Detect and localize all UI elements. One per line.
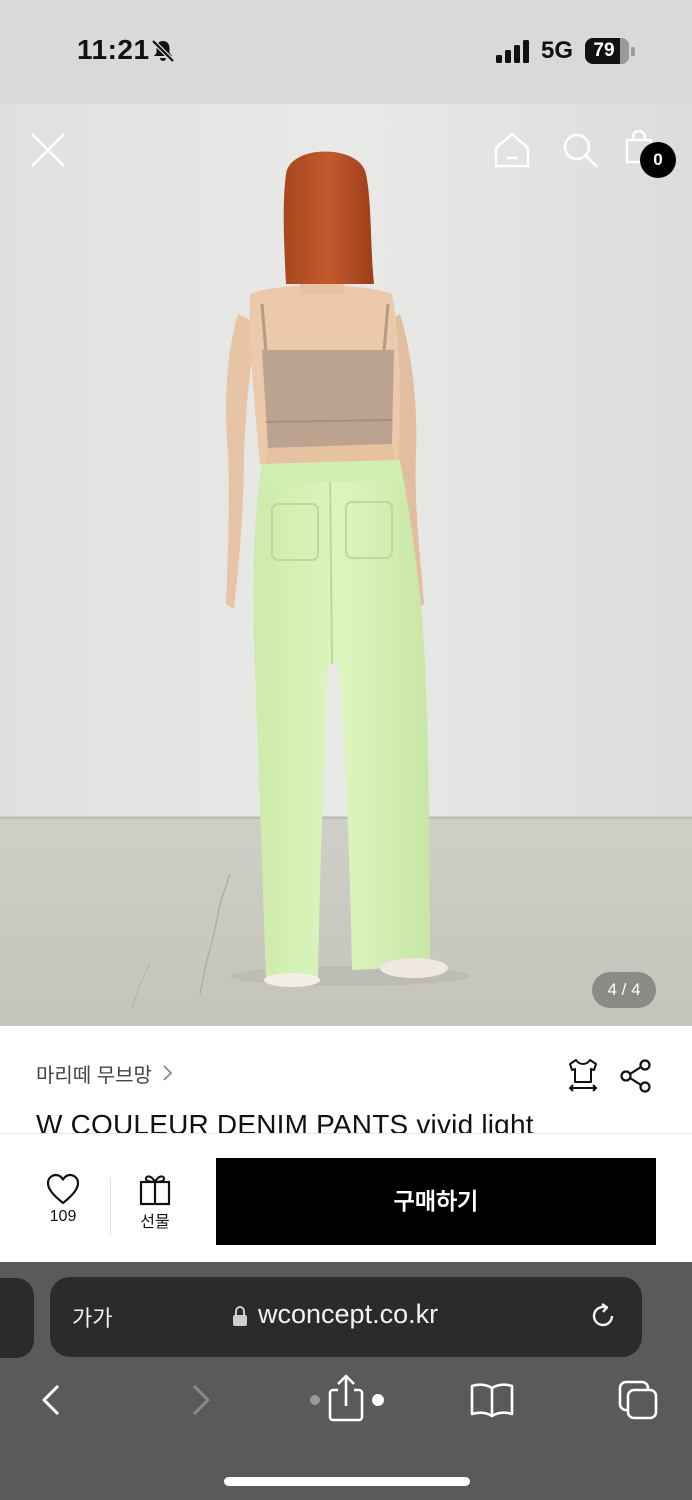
like-count: 109: [49, 1208, 77, 1225]
purchase-bar: 109 선물 구매하기: [0, 1134, 692, 1262]
gift-label: 선물: [140, 1214, 170, 1231]
network-type: 5G: [541, 37, 574, 64]
gift-icon: [139, 1175, 171, 1206]
gift-button[interactable]: 선물: [122, 1172, 188, 1242]
search-icon[interactable]: [560, 130, 600, 170]
cart-count-badge: 0: [640, 142, 676, 178]
browser-toolbar: 가가 wconcept.co.kr: [0, 1262, 692, 1500]
home-icon[interactable]: [492, 130, 532, 170]
product-photo: [0, 104, 692, 1026]
like-button[interactable]: 109: [26, 1172, 100, 1242]
status-bar: 11:21 5G 79: [0, 0, 692, 104]
address-bar[interactable]: 가가 wconcept.co.kr: [50, 1277, 642, 1357]
previous-tab-peek[interactable]: [0, 1278, 34, 1358]
app-screen: 11:21 5G 79 0 4 / 4 마리떼 무브망 W COULEUR DE…: [0, 0, 692, 1500]
battery-body: 79: [585, 38, 629, 64]
brand-link[interactable]: 마리떼 무브망: [36, 1058, 174, 1088]
buy-button[interactable]: 구매하기: [216, 1158, 656, 1245]
lock-icon: [233, 1306, 247, 1326]
product-title: W COULEUR DENIM PANTS vivid light: [36, 1109, 534, 1133]
cart-button[interactable]: 0: [622, 128, 678, 178]
size-fit-icon[interactable]: [564, 1056, 602, 1094]
share-icon[interactable]: [306, 1374, 388, 1424]
share-icon[interactable]: [618, 1058, 654, 1094]
bookmarks-icon[interactable]: [468, 1380, 516, 1420]
back-icon[interactable]: [38, 1382, 66, 1418]
cellular-signal-icon: [496, 40, 529, 63]
battery-percent: 79: [593, 40, 615, 61]
battery-cap: [631, 47, 635, 56]
brand-name: 마리떼 무브망: [36, 1064, 152, 1087]
image-page-indicator: 4 / 4: [592, 972, 656, 1008]
url-text: wconcept.co.kr: [258, 1299, 439, 1329]
tabs-icon[interactable]: [616, 1378, 660, 1422]
status-time: 11:21: [77, 34, 150, 65]
home-indicator[interactable]: [224, 1477, 470, 1486]
product-title-clip: W COULEUR DENIM PANTS vivid light: [0, 1106, 692, 1133]
reload-icon[interactable]: [588, 1301, 618, 1331]
chevron-right-icon: [163, 1065, 173, 1081]
product-image-carousel[interactable]: 0 4 / 4: [0, 104, 692, 1026]
separator: [110, 1178, 111, 1234]
text-size-button[interactable]: 가가: [72, 1301, 112, 1333]
bell-slash-icon: [151, 39, 175, 63]
battery-icon: 79: [585, 38, 635, 64]
close-icon[interactable]: [24, 126, 72, 174]
heart-icon: [46, 1173, 80, 1205]
forward-icon[interactable]: [186, 1382, 214, 1418]
